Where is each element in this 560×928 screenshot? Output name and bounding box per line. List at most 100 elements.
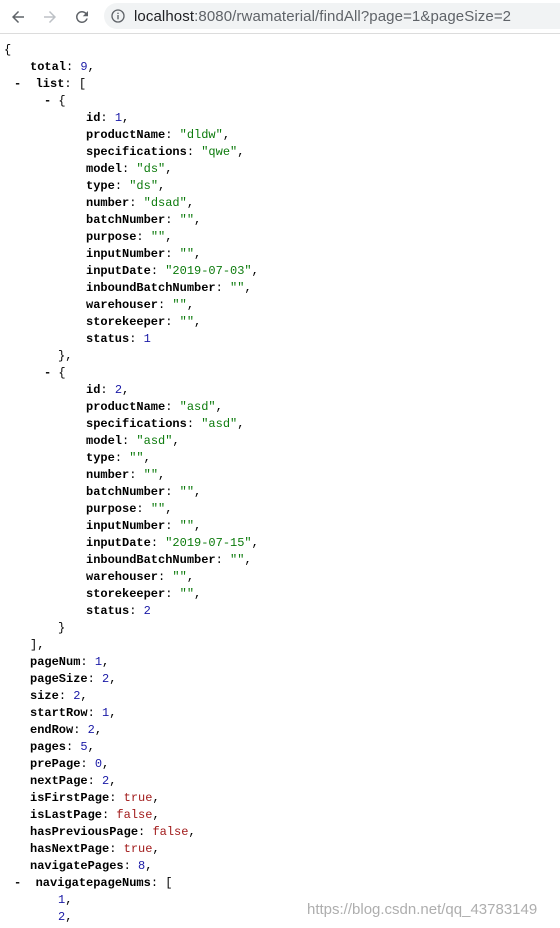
json-list-item-open: - { xyxy=(44,365,66,382)
json-field-model: model: "asd", xyxy=(86,433,180,450)
json-comma: , xyxy=(122,111,130,125)
json-colon: : xyxy=(66,740,81,754)
json-brace: }, xyxy=(58,349,73,363)
json-colon: : xyxy=(165,315,180,329)
reload-button[interactable] xyxy=(70,5,94,29)
json-field-number: number: "", xyxy=(86,467,165,484)
collapse-toggle[interactable]: - xyxy=(14,876,36,890)
json-key: hasNextPage xyxy=(30,842,110,856)
collapse-toggle[interactable]: - xyxy=(44,94,58,108)
json-key: pageNum xyxy=(30,655,81,669)
json-value: 1 xyxy=(114,111,123,125)
json-field-warehouser: warehouser: "", xyxy=(86,569,194,586)
json-value: 5 xyxy=(80,740,88,754)
json-comma: , xyxy=(109,672,117,686)
json-comma: , xyxy=(122,383,130,397)
json-field-status: status: 2 xyxy=(86,603,151,620)
json-key: id xyxy=(86,383,101,397)
json-key: navigatePages xyxy=(30,859,124,873)
json-colon: : xyxy=(114,179,130,193)
collapse-toggle[interactable]: - xyxy=(14,77,36,91)
json-colon: : xyxy=(109,791,124,805)
json-field-batchNumber: batchNumber: "", xyxy=(86,212,201,229)
json-field-inputDate: inputDate: "2019-07-15", xyxy=(86,535,259,552)
json-comma: , xyxy=(251,264,259,278)
json-brace: } xyxy=(58,621,66,635)
json-field-warehouser: warehouser: "", xyxy=(86,297,194,314)
json-value: 1 xyxy=(143,332,151,346)
json-key: pages xyxy=(30,740,67,754)
json-comma: , xyxy=(80,689,88,703)
json-key: warehouser xyxy=(86,298,159,312)
json-comma: , xyxy=(237,417,245,431)
json-value: 0 xyxy=(94,757,103,771)
json-key: startRow xyxy=(30,706,88,720)
json-value: "" xyxy=(230,281,245,295)
json-field-startRow: startRow: 1, xyxy=(30,705,116,722)
json-field-status: status: 1 xyxy=(86,331,151,348)
json-field-total: total: 9, xyxy=(30,59,95,76)
json-key: type xyxy=(86,179,115,193)
json-field-batchNumber: batchNumber: "", xyxy=(86,484,201,501)
json-value: "asd" xyxy=(136,434,173,448)
json-field-inboundBatchNumber: inboundBatchNumber: "", xyxy=(86,552,252,569)
reload-icon xyxy=(75,10,88,23)
json-field-pages: pages: 5, xyxy=(30,739,95,756)
json-colon: : xyxy=(158,570,173,584)
json-colon: : xyxy=(122,162,137,176)
json-comma: , xyxy=(172,434,180,448)
browser-toolbar: localhost:8080/rwamaterial/findAll?page=… xyxy=(0,0,560,34)
json-value: false xyxy=(152,825,189,839)
json-value: "dsad" xyxy=(143,196,187,210)
json-key: prePage xyxy=(30,757,81,771)
json-array-value: 1, xyxy=(58,892,72,909)
json-field-nextPage: nextPage: 2, xyxy=(30,773,116,790)
json-comma: , xyxy=(251,536,259,550)
json-field-prePage: prePage: 0, xyxy=(30,756,109,773)
json-comma: , xyxy=(194,315,202,329)
json-field-endRow: endRow: 2, xyxy=(30,722,102,739)
json-key: specifications xyxy=(86,145,187,159)
json-key: status xyxy=(86,604,130,618)
collapse-toggle[interactable]: - xyxy=(44,366,58,380)
back-button[interactable] xyxy=(6,5,30,29)
info-icon[interactable] xyxy=(110,8,126,24)
json-comma: , xyxy=(152,791,160,805)
json-value: 2 xyxy=(114,383,123,397)
forward-button[interactable] xyxy=(38,5,62,29)
json-comma: , xyxy=(194,213,202,227)
json-comma: , xyxy=(165,162,173,176)
json-comma: , xyxy=(109,774,117,788)
json-value: "" xyxy=(179,485,195,499)
json-array-value: 2, xyxy=(58,909,72,926)
json-comma: , xyxy=(145,859,153,873)
json-field-type: type: "", xyxy=(86,450,151,467)
url-text[interactable]: localhost:8080/rwamaterial/findAll?page=… xyxy=(134,8,511,25)
url-host: localhost xyxy=(134,7,195,25)
json-comma: , xyxy=(186,570,195,584)
json-comma: , xyxy=(65,893,73,907)
json-value: "asd" xyxy=(179,400,216,414)
json-value: "ds" xyxy=(136,162,166,176)
json-field-navigatePages: navigatePages: 8, xyxy=(30,858,152,875)
json-field-isLastPage: isLastPage: false, xyxy=(30,807,160,824)
json-colon: : xyxy=(136,502,151,516)
json-comma: , xyxy=(109,706,117,720)
json-field-inboundBatchNumber: inboundBatchNumber: "", xyxy=(86,280,252,297)
json-field-inputNumber: inputNumber: "", xyxy=(86,246,201,263)
json-list-item-close: }, xyxy=(58,348,72,365)
json-field-id: id: 1, xyxy=(86,110,129,127)
json-field-specifications: specifications: "asd", xyxy=(86,416,244,433)
address-bar[interactable]: localhost:8080/rwamaterial/findAll?page=… xyxy=(104,3,560,29)
json-colon: : xyxy=(129,604,144,618)
json-root-open: { xyxy=(4,42,11,59)
json-key: endRow xyxy=(30,723,74,737)
json-field-productName: productName: "dldw", xyxy=(86,127,230,144)
json-value: 9 xyxy=(80,60,88,74)
json-comma: , xyxy=(194,519,202,533)
url-path: :8080/rwamaterial/findAll?page=1&pageSiz… xyxy=(194,7,512,25)
json-field-model: model: "ds", xyxy=(86,161,172,178)
json-key: inboundBatchNumber xyxy=(86,553,216,567)
json-colon: : xyxy=(87,774,103,788)
json-value: "qwe" xyxy=(201,145,238,159)
